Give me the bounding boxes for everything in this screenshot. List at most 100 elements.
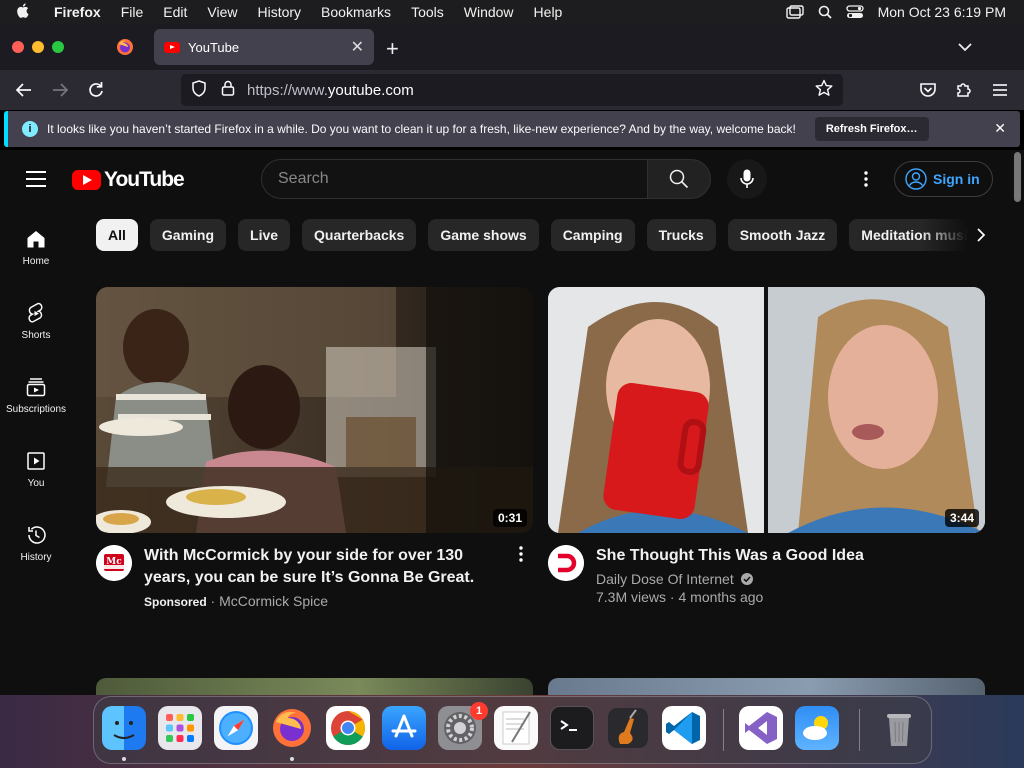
sidebar-item-shorts[interactable]: Shorts (0, 296, 72, 370)
new-tab-button[interactable]: + (386, 36, 399, 62)
terminal-icon[interactable] (550, 706, 594, 750)
menu-window[interactable]: Window (454, 4, 524, 20)
chip-gaming[interactable]: Gaming (149, 219, 227, 251)
youtube-logo[interactable]: YouTube (72, 168, 185, 192)
menu-history[interactable]: History (247, 4, 311, 20)
channel-name[interactable]: McCormick Spice (219, 593, 328, 609)
pocket-icon[interactable] (918, 80, 938, 100)
control-center-icon[interactable] (845, 5, 864, 19)
guide-menu-icon[interactable] (26, 171, 46, 187)
apple-menu-icon[interactable] (0, 2, 44, 22)
firefox-dock-icon[interactable] (270, 706, 314, 750)
garageband-icon[interactable] (606, 706, 650, 750)
video-options-kebab-icon[interactable] (509, 545, 533, 569)
macos-menu-bar: Firefox File Edit View History Bookmarks… (0, 0, 1024, 24)
chip-live[interactable]: Live (238, 219, 291, 251)
chip-smooth-jazz[interactable]: Smooth Jazz (727, 219, 838, 251)
info-icon: i (22, 121, 38, 137)
scrollbar-thumb[interactable] (1014, 152, 1021, 202)
reload-icon[interactable] (86, 80, 106, 100)
forward-arrow-icon[interactable] (50, 80, 70, 100)
menu-app-name[interactable]: Firefox (44, 4, 111, 20)
sign-in-button[interactable]: Sign in (894, 161, 993, 197)
launchpad-icon[interactable] (158, 706, 202, 750)
close-window-button[interactable] (12, 41, 24, 53)
settings-notification-badge: 1 (470, 702, 488, 720)
search-input[interactable] (262, 160, 647, 198)
textedit-icon[interactable] (494, 706, 538, 750)
chrome-icon[interactable] (326, 706, 370, 750)
menu-bookmarks[interactable]: Bookmarks (311, 4, 401, 20)
finder-icon[interactable] (102, 706, 146, 750)
menu-tools[interactable]: Tools (401, 4, 454, 20)
bookmark-star-icon[interactable] (815, 79, 833, 101)
video-title[interactable]: She Thought This Was a Good Idea (596, 545, 985, 567)
video-card-good-idea[interactable]: 3:44 She Thought This Was a Good Idea Da… (548, 287, 985, 605)
sign-in-label: Sign in (933, 171, 980, 187)
url-host: youtube.com (327, 81, 414, 99)
channel-avatar-daily-dose[interactable] (548, 545, 584, 581)
settings-kebab-icon[interactable] (856, 169, 876, 189)
voice-search-button[interactable] (727, 159, 767, 199)
video-byline: Sponsored · McCormick Spice (144, 593, 329, 609)
menu-edit[interactable]: Edit (153, 4, 197, 20)
lock-icon[interactable] (221, 80, 235, 100)
chip-camping[interactable]: Camping (550, 219, 635, 251)
app-store-icon[interactable] (382, 706, 426, 750)
safari-icon[interactable] (214, 706, 258, 750)
next-row-thumbnail-right[interactable] (548, 678, 985, 695)
youtube-play-logo-icon (72, 170, 101, 190)
chip-all[interactable]: All (96, 219, 138, 251)
next-row-thumbnail-left[interactable] (96, 678, 533, 695)
sidebar-item-subscriptions[interactable]: Subscriptions (0, 370, 72, 444)
weather-icon[interactable] (795, 706, 839, 750)
refresh-firefox-button[interactable]: Refresh Firefox… (814, 117, 929, 141)
channel-line: Daily Dose Of Internet (596, 571, 985, 587)
video-title[interactable]: With McCormick by your side for over 130… (144, 545, 509, 589)
app-menu-hamburger-icon[interactable] (990, 80, 1010, 100)
menu-view[interactable]: View (197, 4, 247, 20)
video-thumbnail[interactable]: 0:31 (96, 287, 533, 533)
tracking-protection-shield-icon[interactable] (191, 79, 207, 101)
shorts-icon (28, 302, 43, 323)
sidebar-item-you[interactable]: You (0, 444, 72, 518)
search-button[interactable] (647, 159, 711, 199)
video-thumbnail[interactable]: 3:44 (548, 287, 985, 533)
mini-guide-sidebar: Home Shorts Subscriptions You History (0, 222, 72, 592)
channel-name[interactable]: Daily Dose Of Internet (596, 571, 734, 587)
sidebar-item-home[interactable]: Home (0, 222, 72, 296)
pinned-firefox-tab-icon[interactable] (116, 38, 134, 56)
screen-mirroring-icon[interactable] (785, 5, 804, 19)
close-notification-icon[interactable]: ✕ (994, 120, 1006, 137)
extensions-puzzle-icon[interactable] (954, 80, 974, 100)
zoom-window-button[interactable] (52, 41, 64, 53)
page-scrollbar[interactable] (1012, 150, 1024, 695)
chip-quarterbacks[interactable]: Quarterbacks (302, 219, 417, 251)
visual-studio-icon[interactable] (739, 706, 783, 750)
minimize-window-button[interactable] (32, 41, 44, 53)
sponsored-label: Sponsored (144, 595, 207, 609)
category-chips: All Gaming Live Quarterbacks Game shows … (96, 219, 1000, 251)
back-arrow-icon[interactable] (14, 80, 34, 100)
close-tab-icon[interactable]: ✕ (351, 37, 364, 57)
chip-trucks[interactable]: Trucks (646, 219, 716, 251)
notification-message: It looks like you haven’t started Firefo… (47, 122, 796, 136)
menu-bar-clock[interactable]: Mon Oct 23 6:19 PM (878, 4, 1006, 20)
menu-help[interactable]: Help (524, 4, 573, 20)
channel-avatar-mccormick[interactable]: Mc (96, 545, 132, 581)
history-clock-icon (28, 526, 46, 544)
trash-icon[interactable] (877, 706, 921, 750)
address-bar[interactable]: https://www. youtube.com (181, 74, 843, 106)
visual-studio-code-icon[interactable] (662, 706, 706, 750)
menu-file[interactable]: File (111, 4, 154, 20)
chips-next-chevron-right-icon[interactable] (968, 219, 994, 251)
list-all-tabs-chevron-down-icon[interactable] (958, 39, 972, 57)
tab-youtube[interactable]: YouTube ✕ (154, 29, 374, 65)
sidebar-item-history[interactable]: History (0, 518, 72, 592)
youtube-favicon-icon (164, 41, 180, 53)
chip-game-shows[interactable]: Game shows (428, 219, 539, 251)
thumbnail-two-women-image (548, 287, 985, 533)
video-card-mccormick[interactable]: 0:31 Mc With McCormick by your side for … (96, 287, 533, 609)
thumbnail-kids-dinner-image (96, 287, 533, 533)
spotlight-search-icon[interactable] (818, 5, 832, 19)
